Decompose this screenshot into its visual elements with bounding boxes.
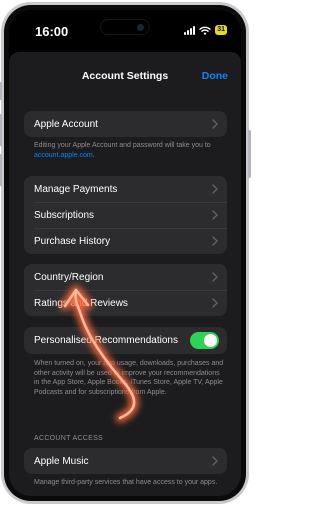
chevron-right-icon: [212, 456, 218, 466]
volume-down-button: [0, 154, 2, 186]
signal-icon: [184, 25, 196, 35]
status-icons: 31: [184, 25, 227, 35]
chevron-right-icon: [212, 119, 218, 129]
apple-account-row[interactable]: Apple Account: [24, 111, 227, 137]
ratings-reviews-label: Ratings and Reviews: [34, 297, 128, 309]
country-region-label: Country/Region: [34, 271, 104, 283]
apple-account-label: Apple Account: [34, 118, 98, 130]
chevron-right-icon: [212, 272, 218, 282]
front-camera-icon: [137, 24, 144, 31]
wifi-icon: [199, 26, 211, 35]
side-button: [248, 130, 251, 178]
account-settings-sheet: Account Settings Done Apple Account Edit…: [9, 52, 241, 496]
personalised-recommendations-label: Personalised Recommendations: [34, 335, 178, 346]
personalised-recommendations-row: Personalised Recommendations: [24, 327, 227, 354]
ratings-reviews-row[interactable]: Ratings and Reviews: [24, 290, 227, 316]
chevron-right-icon: [212, 210, 218, 220]
apple-account-footnote-text: Editing your Apple Account and password …: [34, 142, 211, 149]
phone-frame: 16:00 31 Account Settings Done Apple Acc…: [0, 2, 251, 504]
chevron-right-icon: [212, 298, 218, 308]
account-access-group: Apple Music: [24, 448, 227, 474]
recommendations-toggle[interactable]: [190, 332, 219, 349]
apple-music-row[interactable]: Apple Music: [24, 448, 227, 474]
status-bar: 16:00 31: [9, 10, 241, 54]
chevron-right-icon: [212, 184, 218, 194]
apple-account-footnote: Editing your Apple Account and password …: [34, 141, 225, 160]
subscriptions-row[interactable]: Subscriptions: [24, 202, 227, 228]
region-group: Country/Region Ratings and Reviews: [24, 264, 227, 316]
account-apple-com-link[interactable]: account.apple.com: [34, 152, 93, 159]
purchase-history-row[interactable]: Purchase History: [24, 228, 227, 254]
country-region-row[interactable]: Country/Region: [24, 264, 227, 290]
done-button[interactable]: Done: [202, 70, 228, 82]
manage-payments-row[interactable]: Manage Payments: [24, 176, 227, 202]
purchase-history-label: Purchase History: [34, 235, 111, 247]
phone-bezel: 16:00 31 Account Settings Done Apple Acc…: [4, 5, 246, 501]
toggle-knob: [204, 334, 217, 347]
account-access-header: ACCOUNT ACCESS: [34, 435, 104, 442]
payments-group: Manage Payments Subscriptions Purchase H…: [24, 176, 227, 254]
battery-icon: 31: [215, 25, 227, 35]
recommendations-group: Personalised Recommendations: [24, 327, 227, 354]
status-time: 16:00: [35, 24, 69, 39]
dynamic-island: [100, 19, 150, 35]
volume-up-button: [0, 114, 2, 146]
manage-payments-label: Manage Payments: [34, 183, 118, 195]
apple-music-label: Apple Music: [34, 455, 89, 467]
chevron-right-icon: [212, 236, 218, 246]
apple-account-group: Apple Account: [24, 111, 227, 137]
account-access-footnote: Manage third-party services that have ac…: [34, 479, 218, 486]
action-button: [0, 82, 2, 100]
recommendations-footnote: When turned on, your app usage, download…: [34, 360, 224, 396]
screen: 16:00 31 Account Settings Done Apple Acc…: [9, 10, 241, 496]
subscriptions-label: Subscriptions: [34, 209, 95, 221]
apple-account-footnote-end: .: [92, 151, 95, 159]
